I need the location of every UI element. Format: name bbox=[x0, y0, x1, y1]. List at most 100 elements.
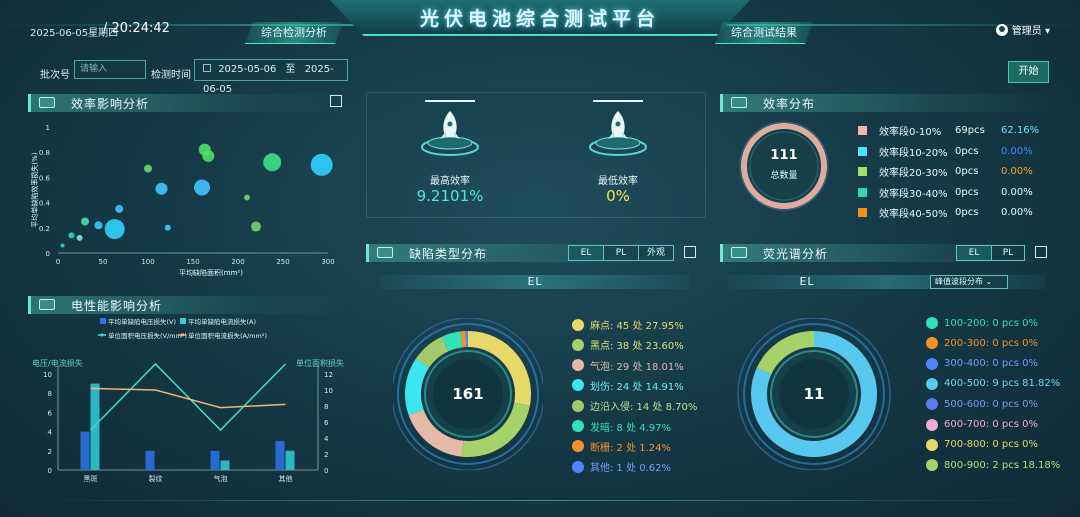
monitor-icon bbox=[39, 97, 55, 108]
tab-appearance[interactable]: 外观 bbox=[638, 245, 674, 261]
y-right-tick-label: 12 bbox=[324, 371, 333, 379]
y-tick-label: 0.8 bbox=[39, 149, 50, 157]
legend-text: 100-200: 0 pcs 0% bbox=[944, 317, 1038, 329]
min-efficiency-label: 最低效率 bbox=[598, 176, 638, 187]
electrical-impact-header: 电性能影响分析 bbox=[28, 296, 346, 314]
y-right-tick-label: 8 bbox=[324, 403, 328, 411]
user-name: 管理员 ▾ bbox=[1011, 26, 1050, 37]
legend-swatch bbox=[858, 208, 867, 217]
scatter-point bbox=[60, 243, 65, 248]
y-right-tick-label: 4 bbox=[324, 435, 329, 443]
panel-title: 缺陷类型分布 bbox=[409, 247, 488, 261]
x-tick-label: 50 bbox=[99, 258, 108, 266]
batch-label: 批次号 bbox=[40, 70, 70, 81]
y-left-tick-label: 6 bbox=[48, 409, 53, 417]
y-tick-label: 0.6 bbox=[39, 174, 51, 182]
y-right-tick-label: 10 bbox=[324, 387, 333, 395]
tab-label: 综合检测分析 bbox=[261, 26, 327, 39]
legend-label: 效率段30-40% bbox=[879, 188, 948, 200]
legend-count: 0pcs bbox=[955, 207, 979, 218]
legend-dot bbox=[926, 398, 938, 411]
efficiency-impact-header: 效率影响分析 bbox=[28, 94, 346, 112]
y-left-tick-label: 0 bbox=[48, 467, 52, 475]
min-efficiency-value: 0% bbox=[606, 187, 630, 205]
efficiency-total-label: 总数量 bbox=[770, 171, 798, 181]
y-tick-label: 0.4 bbox=[39, 200, 51, 208]
legend-swatch-dot bbox=[100, 333, 104, 337]
legend-item: 200-300: 0 pcs 0% bbox=[926, 337, 1038, 350]
time-label: 检测时间 bbox=[151, 70, 191, 81]
legend-text: 400-500: 9 pcs 81.82% bbox=[944, 378, 1061, 390]
monitor-icon bbox=[731, 247, 747, 258]
legend-item: 效率段40-50% 0pcs 0.00% bbox=[858, 205, 1033, 220]
legend-label: 单位面积电流损失(A/mm²) bbox=[188, 331, 267, 340]
legend-item: 400-500: 9 pcs 81.82% bbox=[926, 377, 1061, 390]
tab-comprehensive-analysis[interactable]: 综合检测分析 bbox=[245, 22, 343, 44]
tab-el[interactable]: EL bbox=[956, 245, 992, 261]
legend-item: 600-700: 0 pcs 0% bbox=[926, 418, 1038, 431]
tab-comprehensive-results[interactable]: 综合测试结果 bbox=[715, 22, 813, 44]
batch-input[interactable]: 请输入 bbox=[74, 60, 146, 79]
defect-subheader: EL bbox=[380, 275, 690, 289]
legend-dot bbox=[926, 459, 938, 472]
legend-text: 700-800: 0 pcs 0% bbox=[944, 439, 1038, 451]
bar bbox=[145, 450, 155, 470]
rocket-icon bbox=[421, 100, 479, 156]
legend-dot bbox=[572, 338, 584, 351]
fullscreen-icon[interactable] bbox=[1035, 246, 1047, 258]
efficiency-scatter-chart: 0 0.2 0.4 0.6 0.8 1 0 50 100 150 200 250 300 平均缺陷面积(m… bbox=[30, 124, 335, 277]
scatter-point bbox=[202, 149, 215, 162]
bar bbox=[285, 450, 295, 470]
legend-label: 效率段40-50% bbox=[879, 209, 948, 220]
legend-text: 划伤: 24 处 14.91% bbox=[590, 381, 684, 393]
monitor-icon bbox=[731, 97, 747, 108]
max-efficiency-value: 9.2101% bbox=[416, 187, 484, 205]
user-menu[interactable]: 管理员 ▾ bbox=[995, 22, 1050, 37]
peak-band-select[interactable]: 峰值波段分布 ⌄ bbox=[930, 275, 1008, 289]
legend-percent: 0.00% bbox=[1001, 207, 1033, 218]
y-left-tick-label: 8 bbox=[48, 390, 52, 398]
tab-pl[interactable]: PL bbox=[603, 245, 639, 261]
y-left-tick-label: 2 bbox=[48, 448, 52, 456]
legend-item: 效率段0-10% 69pcs 62.16% bbox=[858, 123, 1039, 138]
max-efficiency-label: 最高效率 bbox=[430, 176, 470, 187]
y-tick-label: 0.2 bbox=[39, 225, 50, 233]
legend-dot bbox=[926, 337, 938, 350]
current-time: / 20:24:42 bbox=[103, 21, 170, 36]
legend-count: 0pcs bbox=[955, 145, 979, 157]
legend-dot bbox=[572, 379, 584, 392]
defect-total: 161 bbox=[452, 385, 484, 403]
panel-title: 效率影响分析 bbox=[71, 97, 150, 111]
legend-swatch-dot bbox=[180, 333, 184, 337]
bar bbox=[90, 383, 100, 470]
legend-text: 500-600: 0 pcs 0% bbox=[944, 398, 1038, 410]
legend-swatch bbox=[858, 167, 867, 176]
spectrum-sub-label: EL bbox=[799, 275, 815, 288]
legend-percent: 0.00% bbox=[1001, 186, 1033, 198]
spectrum-total: 11 bbox=[803, 385, 825, 403]
legend-item: 800-900: 2 pcs 18.18% bbox=[926, 459, 1060, 472]
fullscreen-icon[interactable] bbox=[684, 246, 696, 258]
legend-item: 300-400: 0 pcs 0% bbox=[926, 357, 1038, 370]
legend-text: 断栅: 2 处 1.24% bbox=[590, 442, 672, 454]
left-axis-label: 电压/电流损失 bbox=[32, 358, 83, 368]
y-left-tick-label: 10 bbox=[43, 371, 52, 379]
start-button[interactable]: 开始 bbox=[1008, 61, 1049, 83]
series-line bbox=[89, 362, 287, 432]
tab-el[interactable]: EL bbox=[568, 245, 604, 261]
legend-dot bbox=[926, 357, 938, 370]
monitor-icon bbox=[377, 247, 393, 258]
legend-item: 500-600: 0 pcs 0% bbox=[926, 398, 1038, 411]
fullscreen-icon[interactable] bbox=[330, 95, 342, 107]
x-tick-label: 黑斑 bbox=[84, 474, 98, 483]
legend-percent: 0.00% bbox=[1001, 166, 1033, 177]
calendar-icon bbox=[203, 64, 211, 72]
x-tick-label: 300 bbox=[321, 258, 334, 266]
tab-pl[interactable]: PL bbox=[991, 245, 1025, 261]
legend-text: 发暗: 8 处 4.97% bbox=[590, 422, 672, 434]
date-range-input[interactable]: 2025-05-06 至 2025-06-05 bbox=[194, 59, 348, 95]
legend-item: 其他: 1 处 0.62% bbox=[572, 459, 671, 474]
legend-text: 其他: 1 处 0.62% bbox=[590, 463, 672, 475]
legend-swatch bbox=[180, 318, 186, 324]
legend-dot bbox=[572, 399, 584, 412]
